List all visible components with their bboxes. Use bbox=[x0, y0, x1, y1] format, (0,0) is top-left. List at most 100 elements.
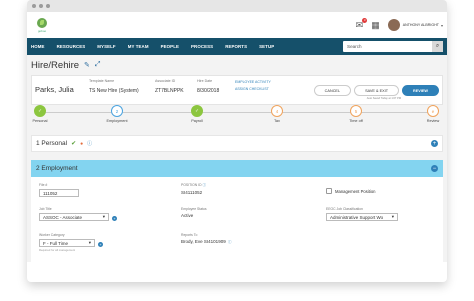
employment-form: File # 111052 POSITION IDⓘ SI4111052 Man… bbox=[31, 177, 443, 282]
step-tax[interactable]: 4 Tax bbox=[257, 105, 297, 123]
add-job-title-button[interactable]: + bbox=[112, 216, 117, 221]
employee-info-bar: Parks, Julia Template Name TS New Hire (… bbox=[31, 75, 443, 105]
step-circle: e bbox=[427, 105, 439, 117]
employee-activity-link[interactable]: EMPLOYEE ACTIVITY bbox=[235, 80, 271, 84]
step-time-off[interactable]: 5 Time off bbox=[336, 105, 376, 123]
worker-category-label: Worker Category bbox=[39, 233, 65, 237]
main-nav: HOME RESOURCES MYSELF MY TEAM PEOPLE PRO… bbox=[27, 38, 447, 55]
expand-section-button[interactable]: + bbox=[431, 140, 438, 147]
chevron-down-icon[interactable]: ▾ bbox=[441, 23, 443, 28]
nav-my-team[interactable]: MY TEAM bbox=[128, 44, 149, 49]
management-label: Management Position bbox=[335, 188, 376, 194]
autosave-text: Auto Saved Today at 1:07 PM bbox=[366, 97, 401, 100]
eeoc-field: EEOC Job Classification Administrative S… bbox=[326, 207, 398, 221]
hire-date-value: 8/30/2018 bbox=[197, 88, 220, 94]
position-id-label-text: POSITION ID bbox=[181, 183, 202, 187]
associate-id-label: Associate ID bbox=[155, 79, 176, 83]
nav-home[interactable]: HOME bbox=[31, 44, 45, 49]
mail-icon[interactable]: ✉ 3 bbox=[356, 17, 368, 31]
nav-reports[interactable]: REPORTS bbox=[225, 44, 247, 49]
top-bar: goboo ✉ 3 ▦ ANTHONY ALBRIGHT ▾ bbox=[27, 12, 447, 38]
avatar[interactable] bbox=[387, 19, 400, 31]
calendar-icon[interactable]: ▦ bbox=[371, 20, 380, 31]
step-review[interactable]: e Review bbox=[413, 105, 447, 123]
mail-badge: 3 bbox=[362, 17, 368, 23]
review-button[interactable]: REVIEW bbox=[402, 85, 439, 96]
step-label: Payroll bbox=[191, 119, 203, 123]
window-dot[interactable] bbox=[32, 4, 36, 8]
step-circle: 5 bbox=[350, 105, 362, 117]
employee-status-label: Employee Status bbox=[181, 207, 207, 211]
worker-category-select[interactable]: F - Full Time ▾ bbox=[39, 239, 95, 247]
step-employment[interactable]: 2 Employment bbox=[97, 105, 137, 123]
expand-icon[interactable]: ⤢ bbox=[95, 61, 101, 69]
check-icon: ✔ bbox=[71, 141, 77, 147]
reports-to-field: Reports To Brody, Eve SI4101909 ⓘ bbox=[181, 233, 251, 245]
file-number-input[interactable]: 111052 bbox=[39, 189, 79, 197]
browser-window: goboo ✉ 3 ▦ ANTHONY ALBRIGHT ▾ HOME RESOU… bbox=[27, 0, 447, 282]
edit-icon[interactable]: ✎ bbox=[84, 61, 90, 69]
step-circle: 2 bbox=[111, 105, 123, 117]
nav-people[interactable]: PEOPLE bbox=[161, 44, 179, 49]
step-payroll[interactable]: ✓ Payroll bbox=[177, 105, 217, 123]
window-dot[interactable] bbox=[46, 4, 50, 8]
progress-stepper: ✓ Personal 2 Employment ✓ Payroll 4 Tax … bbox=[31, 105, 443, 133]
leaf-logo-icon bbox=[37, 17, 47, 28]
nav-resources[interactable]: RESOURCES bbox=[57, 44, 86, 49]
eeoc-select[interactable]: Administrative Support Wo ▾ bbox=[326, 213, 398, 221]
job-title-value: ASSOC - Associate bbox=[43, 214, 83, 220]
eeoc-label: EEOC Job Classification bbox=[326, 207, 363, 211]
job-title-select[interactable]: ASSOC - Associate ▾ bbox=[39, 213, 109, 221]
file-number-label: File # bbox=[39, 183, 48, 187]
chevron-down-icon: ▾ bbox=[102, 214, 105, 219]
nav-myself[interactable]: MYSELF bbox=[97, 44, 115, 49]
management-checkbox[interactable] bbox=[326, 188, 332, 194]
nav-setup[interactable]: SETUP bbox=[259, 44, 274, 49]
section-employment[interactable]: 2 Employment − bbox=[31, 160, 443, 177]
eeoc-value: Administrative Support Wo bbox=[330, 214, 384, 220]
employee-status-value: Active bbox=[181, 213, 194, 218]
search-input[interactable]: Search ⌕ bbox=[343, 41, 443, 52]
page-title: Hire/Rehire bbox=[31, 59, 80, 71]
section-title: 2 Employment bbox=[36, 165, 78, 172]
window-dot[interactable] bbox=[39, 4, 43, 8]
job-title-field: Job Title ASSOC - Associate ▾ bbox=[39, 207, 109, 221]
position-id-value: SI4111052 bbox=[181, 190, 203, 195]
step-personal[interactable]: ✓ Personal bbox=[27, 105, 60, 123]
template-value: TS New Hire (System) bbox=[89, 88, 139, 94]
info-icon: ⓘ bbox=[87, 141, 93, 147]
logo-text: goboo bbox=[37, 28, 47, 33]
employee-name: Parks, Julia bbox=[35, 85, 74, 94]
step-circle: ✓ bbox=[191, 105, 203, 117]
info-icon: ⓘ bbox=[202, 183, 207, 187]
nav-process[interactable]: PROCESS bbox=[191, 44, 213, 49]
collapse-section-button[interactable]: − bbox=[431, 165, 438, 172]
management-position-checkbox-row[interactable]: Management Position bbox=[326, 188, 376, 194]
worker-category-value: F - Full Time bbox=[43, 240, 69, 246]
step-circle: ✓ bbox=[34, 105, 46, 117]
worker-category-field: Worker Category F - Full Time ▾ Required … bbox=[39, 233, 95, 252]
step-label: Personal bbox=[32, 119, 48, 123]
chevron-down-icon: ▾ bbox=[391, 214, 394, 219]
window-chrome bbox=[27, 0, 447, 12]
hire-date-label: Hire Date bbox=[197, 79, 213, 83]
section-personal[interactable]: 1 Personal ✔ ● ⓘ + bbox=[31, 135, 443, 152]
page-content: Hire/Rehire ✎ ⤢ Parks, Julia Template Na… bbox=[27, 55, 447, 282]
app-logo[interactable]: goboo bbox=[31, 17, 53, 33]
employee-status-field: Employee Status Active bbox=[181, 207, 241, 218]
assign-checklist-link[interactable]: ASSIGN CHECKLIST bbox=[235, 87, 271, 91]
associate-id-value: ZT7BLNPPK bbox=[155, 88, 184, 94]
add-worker-category-button[interactable]: + bbox=[98, 242, 103, 247]
search-icon[interactable]: ⌕ bbox=[432, 41, 443, 52]
username[interactable]: ANTHONY ALBRIGHT bbox=[403, 23, 439, 27]
file-number-field: File # 111052 bbox=[39, 183, 79, 197]
info-icon: ⓘ bbox=[227, 240, 232, 244]
save-exit-button[interactable]: SAVE & EXIT bbox=[354, 85, 400, 96]
position-id-label: POSITION IDⓘ bbox=[181, 183, 241, 188]
template-label: Template Name bbox=[89, 79, 115, 83]
step-label: Time off bbox=[349, 119, 363, 123]
cancel-button[interactable]: CANCEL bbox=[313, 85, 352, 96]
chevron-down-icon: ▾ bbox=[88, 240, 91, 245]
step-label: Review bbox=[426, 119, 440, 123]
reports-to-text[interactable]: Brody, Eve SI4101909 bbox=[181, 239, 226, 244]
